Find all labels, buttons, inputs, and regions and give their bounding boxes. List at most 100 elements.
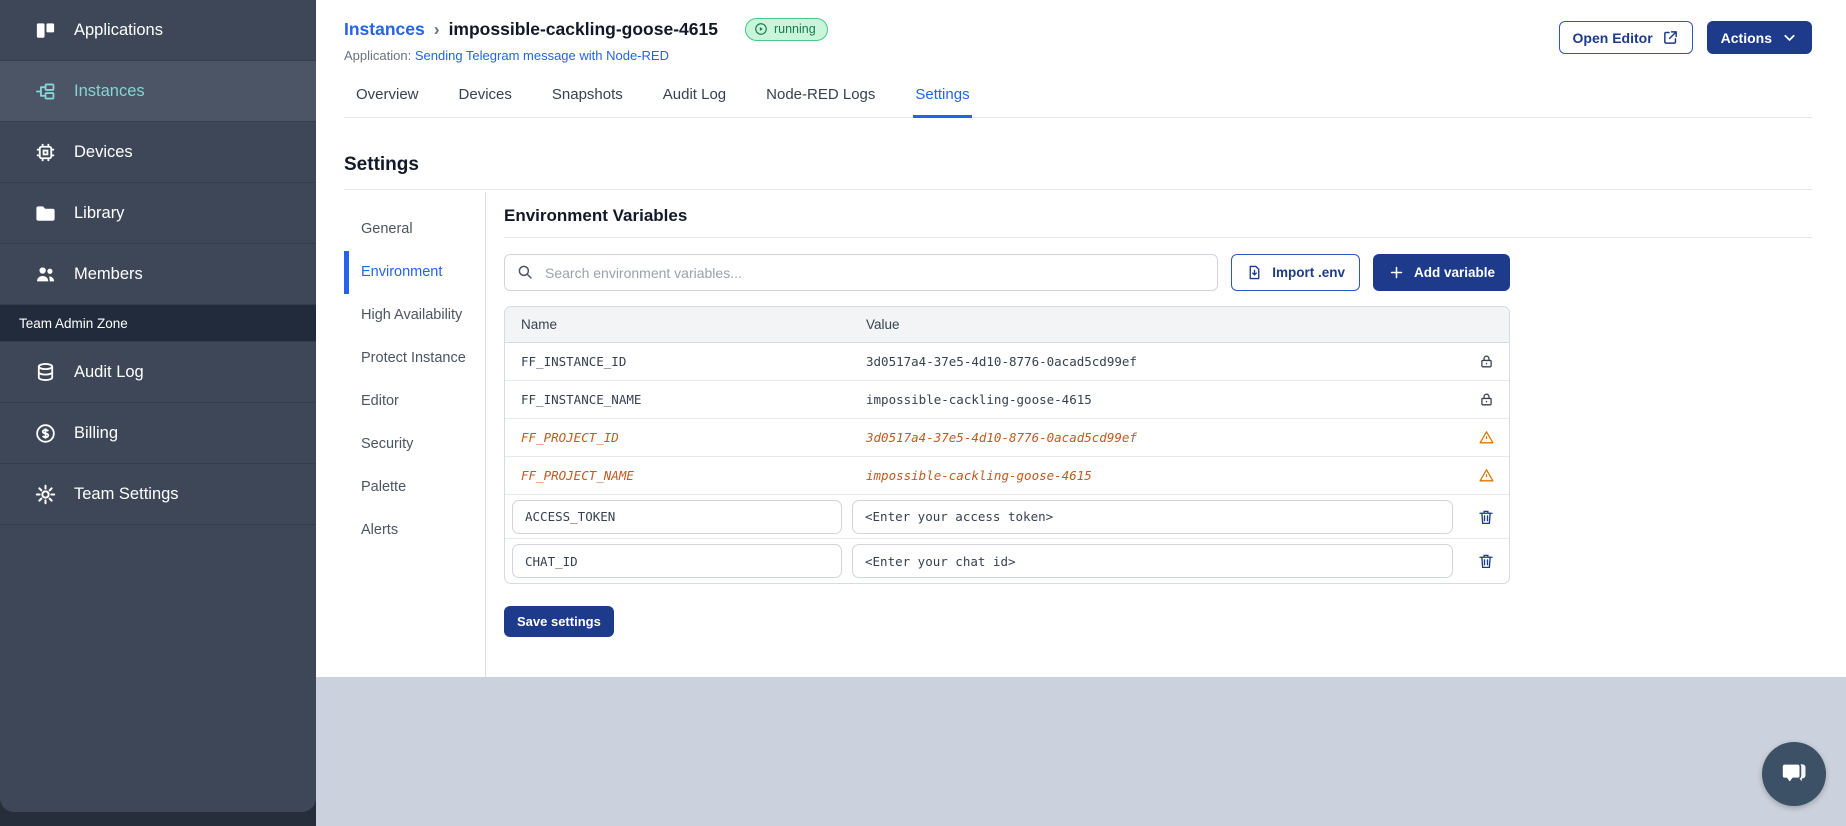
add-variable-button[interactable]: Add variable xyxy=(1372,254,1510,291)
instances-icon xyxy=(34,80,57,103)
search-input[interactable] xyxy=(504,254,1219,291)
env-var-value-input[interactable] xyxy=(852,499,1453,534)
settings-nav: General Environment High Availability Prote… xyxy=(344,192,485,712)
import-env-button[interactable]: Import .env xyxy=(1231,254,1360,291)
sidebar-item-library[interactable]: Library xyxy=(0,183,316,244)
status-badge-label: running xyxy=(773,22,816,36)
application-link[interactable]: Sending Telegram message with Node-RED xyxy=(415,48,669,63)
tab-devices[interactable]: Devices xyxy=(457,80,514,117)
breadcrumb-separator: › xyxy=(433,19,440,39)
sidebar-admin-nav: Audit Log Billing Team Settings xyxy=(0,342,316,525)
env-var-name: FF_INSTANCE_ID xyxy=(521,354,627,369)
search-wrapper xyxy=(504,254,1219,291)
sidebar-item-label: Devices xyxy=(74,142,133,161)
open-editor-label: Open Editor xyxy=(1572,29,1653,46)
applications-icon xyxy=(34,19,57,42)
env-var-value: impossible-cackling-goose-4615 xyxy=(866,392,1092,407)
sidebar-item-audit-log[interactable]: Audit Log xyxy=(0,342,316,403)
sidebar-item-label: Applications xyxy=(74,20,163,39)
env-content: Import .env Add variable Name Value xyxy=(504,254,1510,637)
application-label: Application: xyxy=(344,48,412,63)
sidebar-item-label: Members xyxy=(74,264,143,283)
sidebar-item-team-settings[interactable]: Team Settings xyxy=(0,464,316,525)
application-line: Application: Sending Telegram message wi… xyxy=(344,48,828,63)
database-icon xyxy=(34,361,57,384)
page-title: Settings xyxy=(344,154,419,175)
table-header: Name Value xyxy=(505,307,1509,343)
settings-nav-environment[interactable]: Environment xyxy=(344,251,485,295)
sidebar-item-instances[interactable]: Instances xyxy=(0,61,316,122)
env-var-name-input[interactable] xyxy=(512,544,842,578)
tab-node-red-logs[interactable]: Node-RED Logs xyxy=(764,80,877,117)
chip-icon xyxy=(34,141,57,164)
settings-layout: General Environment High Availability Prote… xyxy=(344,192,1812,712)
settings-nav-editor[interactable]: Editor xyxy=(344,380,485,423)
tab-settings[interactable]: Settings xyxy=(913,80,972,118)
env-variables-table: Name Value FF_INSTANCE_ID 3d0517a4-37e5-4… xyxy=(504,306,1510,584)
tab-snapshots[interactable]: Snapshots xyxy=(550,80,625,117)
delete-variable-button[interactable] xyxy=(1463,508,1509,526)
env-section-divider xyxy=(504,237,1812,238)
settings-nav-alerts[interactable]: Alerts xyxy=(344,509,485,552)
lock-icon xyxy=(1463,391,1509,408)
sidebar-item-billing[interactable]: Billing xyxy=(0,403,316,464)
play-circle-icon xyxy=(754,22,768,36)
instance-header: Instances › impossible-cackling-goose-46… xyxy=(344,18,1812,63)
delete-variable-button[interactable] xyxy=(1463,552,1509,570)
settings-nav-protect-instance[interactable]: Protect Instance xyxy=(344,337,485,380)
gear-icon xyxy=(34,483,57,506)
sidebar-item-label: Instances xyxy=(74,81,145,100)
content-panel: Instances › impossible-cackling-goose-46… xyxy=(316,0,1846,712)
sidebar-inner: Applications Instances Devices Library Membe… xyxy=(0,0,316,812)
column-header-actions xyxy=(1463,307,1509,342)
settings-nav-security[interactable]: Security xyxy=(344,423,485,466)
env-var-value-input[interactable] xyxy=(852,544,1453,578)
env-var-value: 3d0517a4-37e5-4d10-8776-0acad5cd99ef xyxy=(866,354,1137,369)
env-var-row-editable xyxy=(505,539,1509,583)
settings-nav-palette[interactable]: Palette xyxy=(344,466,485,509)
env-var-row-deprecated: FF_PROJECT_NAME impossible-cackling-goose… xyxy=(505,457,1509,495)
sidebar-item-label: Library xyxy=(74,203,125,222)
breadcrumb-instances-link[interactable]: Instances xyxy=(344,19,425,40)
env-var-name-input[interactable] xyxy=(512,499,842,534)
warning-icon xyxy=(1463,467,1509,484)
env-var-name: FF_PROJECT_ID xyxy=(521,430,619,445)
settings-nav-general[interactable]: General xyxy=(344,208,485,251)
tab-overview[interactable]: Overview xyxy=(354,80,421,117)
sidebar-item-label: Audit Log xyxy=(74,362,144,381)
sidebar-item-devices[interactable]: Devices xyxy=(0,122,316,183)
column-header-name: Name xyxy=(521,317,558,332)
env-var-name: FF_INSTANCE_NAME xyxy=(521,392,642,407)
plus-icon xyxy=(1390,266,1403,279)
env-var-name: FF_PROJECT_NAME xyxy=(521,468,634,483)
add-variable-label: Add variable xyxy=(1413,265,1495,280)
dollar-icon xyxy=(34,422,57,445)
env-var-row-locked: FF_INSTANCE_NAME impossible-cackling-goos… xyxy=(505,381,1509,419)
env-section-title: Environment Variables xyxy=(504,206,688,225)
actions-button[interactable]: Actions xyxy=(1706,21,1812,54)
users-icon xyxy=(34,263,57,286)
chat-widget-button[interactable] xyxy=(1762,742,1826,806)
env-controls: Import .env Add variable xyxy=(504,254,1510,291)
column-header-value: Value xyxy=(866,317,900,332)
chevron-down-icon xyxy=(1784,34,1795,41)
settings-nav-high-availability[interactable]: High Availability xyxy=(344,294,485,337)
folder-icon xyxy=(34,202,57,225)
instance-tabs: Overview Devices Snapshots Audit Log Node-RE… xyxy=(344,80,1812,118)
chat-bubbles-icon xyxy=(1781,762,1806,785)
import-env-label: Import .env xyxy=(1272,265,1345,280)
sidebar-item-applications[interactable]: Applications xyxy=(0,0,316,61)
env-var-row-deprecated: FF_PROJECT_ID 3d0517a4-37e5-4d10-8776-0ac… xyxy=(505,419,1509,457)
lock-icon xyxy=(1463,353,1509,370)
sidebar-item-members[interactable]: Members xyxy=(0,244,316,305)
instance-header-actions: Open Editor Actions xyxy=(1558,18,1812,54)
document-download-icon xyxy=(1249,265,1260,280)
tab-audit-log[interactable]: Audit Log xyxy=(661,80,728,117)
warning-icon xyxy=(1463,429,1509,446)
open-editor-button[interactable]: Open Editor xyxy=(1558,21,1693,54)
instance-name: impossible-cackling-goose-4615 xyxy=(448,19,718,39)
title-divider xyxy=(344,189,1812,190)
env-var-value: 3d0517a4-37e5-4d10-8776-0acad5cd99ef xyxy=(866,430,1137,445)
actions-label: Actions xyxy=(1720,29,1772,46)
save-settings-button[interactable]: Save settings xyxy=(504,606,614,637)
